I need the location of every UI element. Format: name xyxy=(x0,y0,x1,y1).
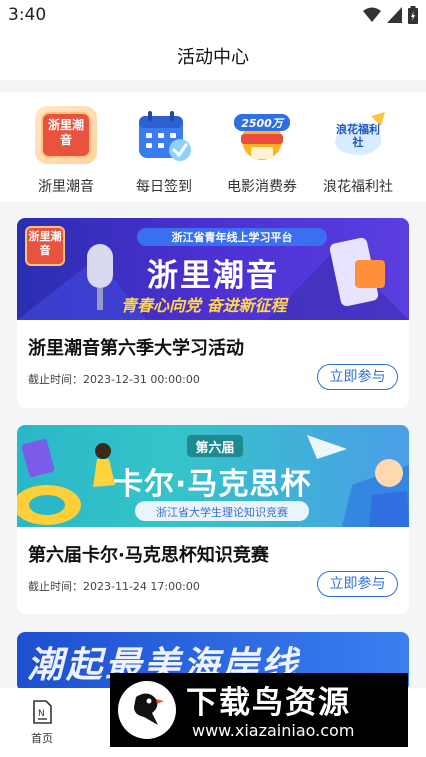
langhua-welfare-icon: 浪花福利社 xyxy=(327,106,389,164)
banner-edition: 第六届 xyxy=(195,441,235,456)
nav-bar: 活动中心 xyxy=(0,30,426,80)
activity-card[interactable]: 第六届 卡尔·马克思杯 浙江省大学生理论知识竞赛 第六届卡尔·马克思杯知识竞赛 … xyxy=(17,425,409,614)
watermark-title: 下载鸟资源 xyxy=(186,685,351,721)
activity-deadline: 截止时间：2023-11-24 17:00:00 xyxy=(28,580,200,593)
quick-actions: 浙里潮音 浙里潮音 每日签到 2500万 电影消费券 浪花福利社 浪花福利社 xyxy=(0,92,426,202)
banner-badge: 浙里潮音 xyxy=(28,230,62,257)
status-bar: 3:40 xyxy=(0,0,426,30)
quick-label: 浪花福利社 xyxy=(323,179,393,195)
activity-title: 第六届卡尔·马克思杯知识竞赛 xyxy=(28,545,269,566)
banner-headline: 浙里潮音 xyxy=(147,258,279,294)
quick-item-daily-checkin[interactable]: 每日签到 xyxy=(116,106,212,196)
page-title: 活动中心 xyxy=(177,47,249,68)
quick-label: 每日签到 xyxy=(136,179,192,195)
status-time: 3:40 xyxy=(8,5,47,25)
svg-text:N: N xyxy=(38,709,45,719)
join-button[interactable]: 立即参与 xyxy=(317,571,398,597)
calendar-check-icon xyxy=(133,106,195,164)
quick-item-zheli-chaoyin[interactable]: 浙里潮音 浙里潮音 xyxy=(18,106,114,196)
tab-home[interactable]: N 首页 xyxy=(22,700,62,746)
signal-icon xyxy=(387,7,402,23)
quick-label: 浙里潮音 xyxy=(38,179,94,195)
watermark: 下载鸟资源 www.xiazainiao.com xyxy=(110,673,408,747)
tab-home-label: 首页 xyxy=(31,732,53,745)
bird-logo-icon xyxy=(118,681,176,739)
banner-subtitle: 浙江省大学生理论知识竞赛 xyxy=(156,506,288,519)
activity-card[interactable]: 浙里潮音 浙江省青年线上学习平台 浙里潮音 青春心向党 奋进新征程 浙里潮音第六… xyxy=(17,218,409,408)
movie-coupon-icon: 2500万 xyxy=(231,106,293,164)
activity-title: 浙里潮音第六季大学习活动 xyxy=(28,338,244,359)
banner-platform: 浙江省青年线上学习平台 xyxy=(171,231,293,244)
news-icon: N xyxy=(33,700,52,724)
quick-item-movie-coupon[interactable]: 2500万 电影消费券 xyxy=(214,106,310,196)
quick-item-langhua-welfare[interactable]: 浪花福利社 浪花福利社 xyxy=(310,106,406,196)
activity-banner: 浙里潮音 浙江省青年线上学习平台 浙里潮音 青春心向党 奋进新征程 xyxy=(17,218,409,320)
activity-banner: 第六届 卡尔·马克思杯 浙江省大学生理论知识竞赛 xyxy=(17,425,409,527)
battery-icon xyxy=(408,6,418,24)
zheli-chaoyin-icon: 浙里潮音 xyxy=(35,106,97,164)
quick-label: 电影消费券 xyxy=(227,179,297,195)
join-button[interactable]: 立即参与 xyxy=(317,364,398,390)
watermark-url: www.xiazainiao.com xyxy=(192,721,355,740)
banner-headline: 卡尔·马克思杯 xyxy=(113,467,312,502)
activity-deadline: 截止时间：2023-12-31 00:00:00 xyxy=(28,373,200,386)
status-icons xyxy=(363,6,418,24)
banner-slogan: 青春心向党 奋进新征程 xyxy=(121,296,287,315)
wifi-icon xyxy=(363,7,381,22)
